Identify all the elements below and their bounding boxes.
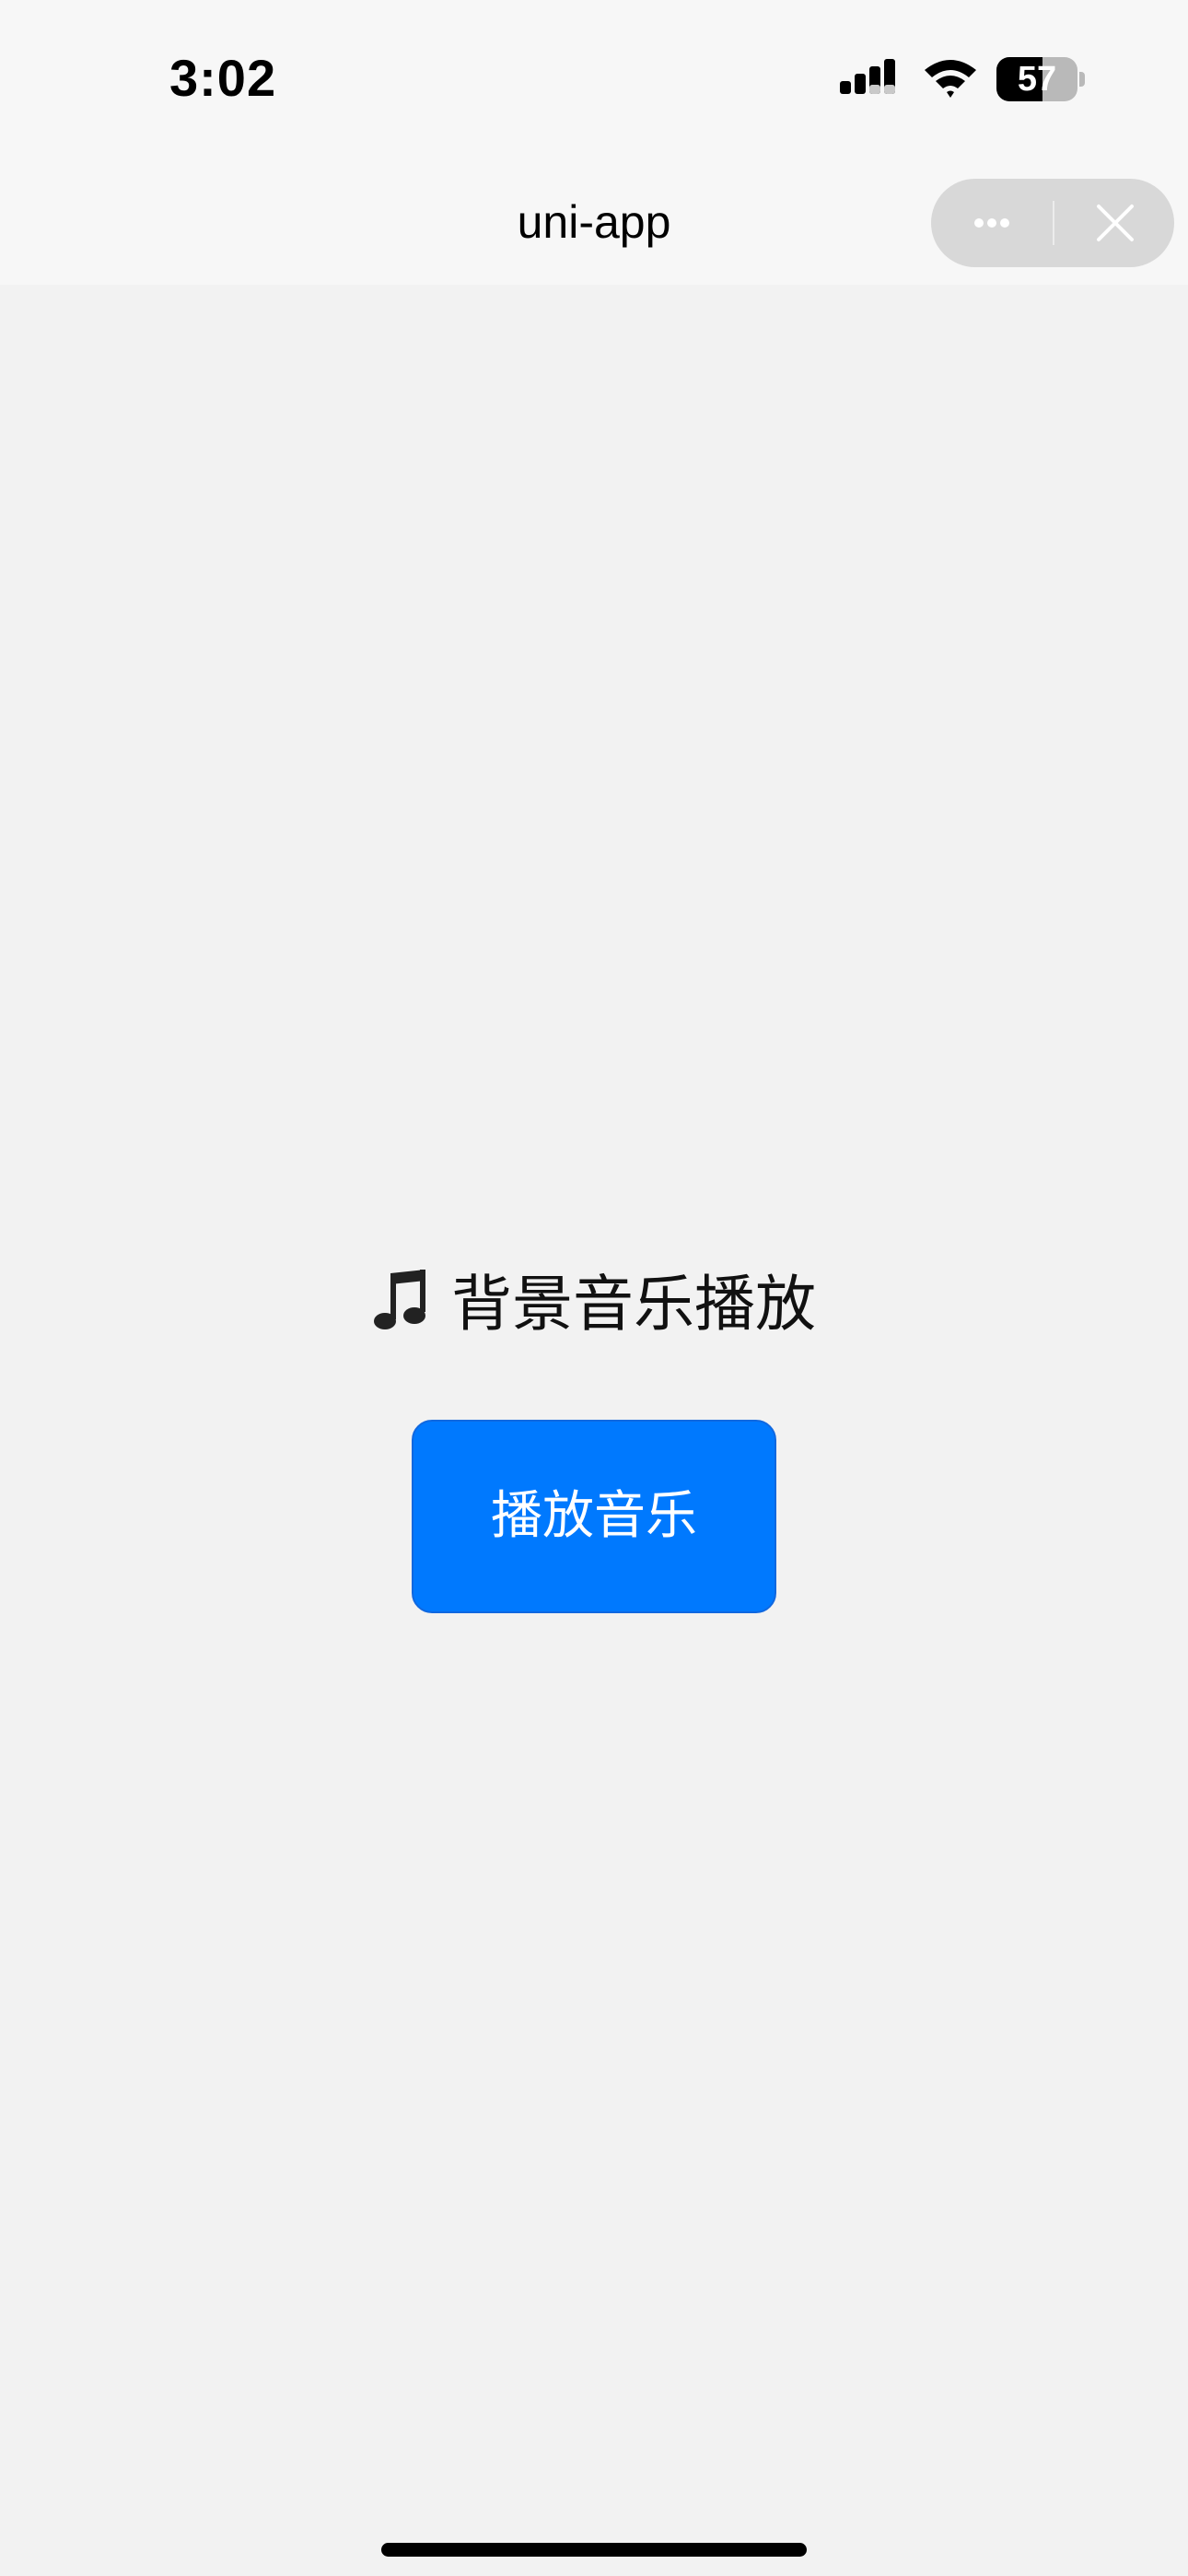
battery-icon: 57 (996, 57, 1085, 101)
cellular-signal-icon (840, 59, 895, 94)
music-note-icon (374, 1270, 425, 1329)
close-icon (1097, 205, 1134, 241)
content-title-text: 背景音乐播放 (451, 1270, 816, 1338)
more-button[interactable] (931, 179, 1053, 267)
status-time: 3:02 (169, 49, 277, 107)
battery-level: 57 (1017, 60, 1057, 99)
mini-program-capsule (931, 179, 1174, 267)
home-indicator[interactable] (381, 2543, 807, 2557)
wifi-icon (925, 60, 976, 98)
close-button[interactable] (1054, 179, 1174, 267)
play-music-button[interactable]: 播放音乐 (412, 1420, 776, 1613)
content-heading: 背景音乐播放 (0, 1255, 1188, 1343)
top-bar: 3:02 57 uni-app (0, 0, 1188, 285)
more-dots-icon (974, 218, 1009, 228)
